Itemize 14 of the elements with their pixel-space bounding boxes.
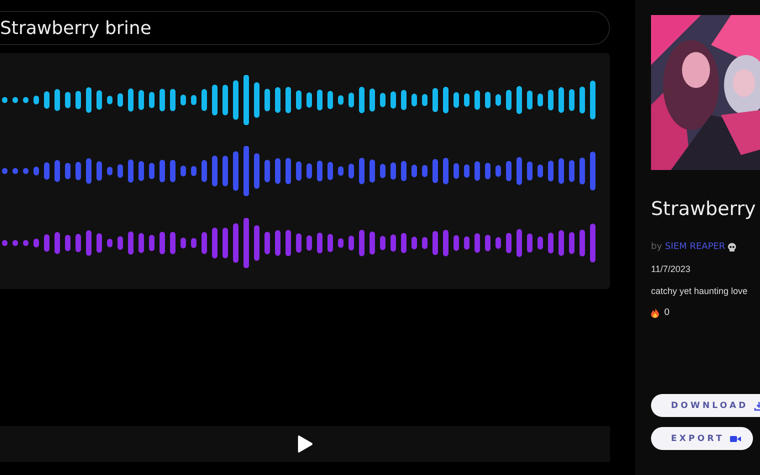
skull-icon xyxy=(728,242,736,252)
author-link[interactable]: SIEM REAPER xyxy=(665,242,726,252)
video-camera-icon xyxy=(730,434,742,442)
fire-icon xyxy=(651,308,659,318)
track-description: catchy yet haunting love xyxy=(651,286,749,296)
track-title: Strawberry xyxy=(651,198,757,220)
download-button[interactable]: DOWNLOAD xyxy=(651,394,760,417)
track-date: 11/7/2023 xyxy=(651,264,692,274)
title-field[interactable]: Strawberry brine xyxy=(0,11,610,45)
play-icon xyxy=(297,435,313,453)
export-button[interactable]: EXPORT xyxy=(651,427,754,450)
by-label: by xyxy=(651,242,662,252)
play-bar[interactable] xyxy=(0,426,610,462)
like-count: 0 xyxy=(664,308,670,318)
